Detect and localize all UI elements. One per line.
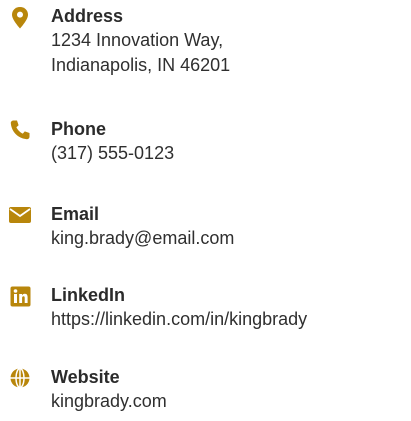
contact-text-email: Email king.brady@email.com: [51, 202, 411, 251]
email-address: king.brady@email.com: [51, 228, 235, 248]
contact-label-linkedin: LinkedIn: [51, 285, 126, 305]
contact-label-email: Email: [51, 204, 100, 224]
envelope-icon: [8, 204, 32, 228]
contact-text-linkedin: LinkedIn https://linkedin.com/in/kingbra…: [51, 283, 411, 332]
contact-label-address: Address: [51, 6, 124, 26]
website-url: kingbrady.com: [51, 391, 167, 411]
address-line-2: Indianapolis, IN 46201: [51, 55, 231, 75]
contact-value-address: 1234 Innovation Way, Indianapolis, IN 46…: [51, 28, 411, 78]
contact-text-address: Address 1234 Innovation Way, Indianapoli…: [51, 4, 411, 78]
contact-value-email: king.brady@email.com: [51, 226, 411, 251]
address-line-1: 1234 Innovation Way,: [51, 30, 224, 50]
contact-label-website: Website: [51, 367, 120, 387]
contact-info-list: Address 1234 Innovation Way, Indianapoli…: [0, 0, 411, 421]
phone-number: (317) 555-0123: [51, 143, 175, 163]
globe-icon: [8, 367, 32, 391]
phone-icon: [8, 119, 32, 143]
contact-value-phone: (317) 555-0123: [51, 141, 411, 166]
contact-value-website: kingbrady.com: [51, 389, 411, 414]
contact-label-phone: Phone: [51, 119, 107, 139]
contact-text-phone: Phone (317) 555-0123: [51, 117, 411, 166]
contact-text-website: Website kingbrady.com: [51, 365, 411, 414]
linkedin-url: https://linkedin.com/in/kingbrady: [51, 309, 308, 329]
map-pin-icon: [8, 6, 32, 30]
linkedin-icon: [8, 285, 32, 309]
contact-value-linkedin: https://linkedin.com/in/kingbrady: [51, 307, 411, 332]
